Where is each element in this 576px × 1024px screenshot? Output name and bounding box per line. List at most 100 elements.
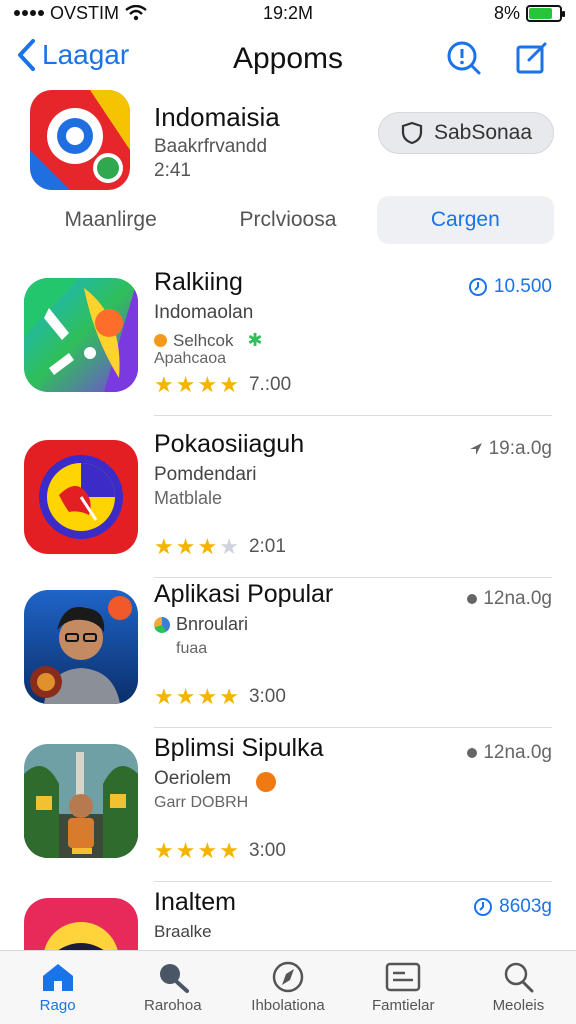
back-button[interactable]: Laagar <box>16 38 129 72</box>
app-developer: Indomaolan <box>154 302 254 323</box>
app-tagline: Apahcaoa <box>154 350 227 367</box>
app-meta: 8603g <box>473 896 552 918</box>
app-name: Pokaosiiaguh <box>154 430 305 458</box>
app-meta: 12na.0g <box>467 742 552 764</box>
rating-value: 7.:00 <box>248 374 292 395</box>
app-name: Inaltem <box>154 888 236 916</box>
chevron-left-icon <box>18 39 35 71</box>
app-category: Matblale <box>154 488 223 508</box>
category-dot-icon <box>154 334 167 347</box>
tab-label: Ihbolationa <box>251 997 325 1014</box>
app-icon <box>24 440 138 554</box>
tab-search[interactable]: Rarohoa <box>115 951 230 1024</box>
app-icon <box>24 590 138 704</box>
star-icon: ★ <box>219 838 239 863</box>
tab-label: Rago <box>39 997 76 1014</box>
star-icon: ★ <box>197 534 218 559</box>
clock: 19:2M <box>262 2 314 23</box>
star-icon: ★ <box>175 684 196 709</box>
search-icon <box>505 962 534 993</box>
app-category: Garr DOBRH <box>154 794 249 811</box>
app-developer: Braalke <box>154 922 212 941</box>
row-divider <box>154 415 552 416</box>
back-label: Laagar <box>42 39 130 70</box>
rating-value: 2:01 <box>248 536 286 557</box>
tab-library[interactable]: Famtielar <box>346 951 461 1024</box>
dot-icon <box>467 594 478 604</box>
app-meta-value: 12na.0g <box>483 742 552 763</box>
star-icon: ★ <box>197 684 218 709</box>
app-row[interactable]: Bplimsi Sipulka Oeriolem Garr DOBRH ★ ★ ★ ★… <box>0 728 576 882</box>
rating-value: 3:00 <box>248 686 286 707</box>
star-icon: ★ <box>197 838 218 863</box>
app-icon <box>24 744 138 858</box>
star-icon: ★ <box>219 372 239 397</box>
location-arrow-icon <box>469 443 482 455</box>
app-row[interactable]: Aplikasi Popular Bnroulari fuaa ★ ★ ★ ★ 3:0… <box>0 574 576 728</box>
star-rating: ★ ★ ★ ★ 2:01 <box>154 536 286 558</box>
featured-action-button[interactable]: SabSonaa <box>378 112 554 154</box>
tab-label: Famtielar <box>371 997 435 1014</box>
app-developer: Oeriolem <box>154 768 232 789</box>
star-icon: ★ <box>175 838 196 863</box>
featured-app-time: 2:41 <box>154 160 191 181</box>
tab-home[interactable]: Rago <box>0 951 115 1024</box>
dot-icon <box>467 748 478 758</box>
app-name: Ralkiing <box>154 268 243 296</box>
app-category: Selhcok ✱ <box>154 330 263 351</box>
globe-icon <box>154 616 170 633</box>
clock-icon <box>474 898 493 916</box>
app-meta: 12na.0g <box>467 588 552 610</box>
star-icon: ★ <box>175 372 196 397</box>
star-icon: ★ <box>154 684 174 709</box>
home-icon <box>42 964 73 991</box>
app-developer-label: Bnroulari <box>176 614 249 634</box>
navigation-bar: Laagar Appoms <box>0 30 576 90</box>
featured-app[interactable]: Indomaisia Baakrfrvandd 2:41 SabSonaa <box>0 90 576 200</box>
app-name: Aplikasi Popular <box>154 580 334 608</box>
app-icon <box>24 278 138 392</box>
featured-app-subtitle: Baakrfrvandd <box>154 136 268 157</box>
app-meta: 19:a.0g <box>469 438 552 460</box>
app-category-label: Selhcok <box>173 330 234 350</box>
status-bar: OVSTIM 19:2M 8% <box>0 0 576 26</box>
app-row[interactable]: Pokaosiiaguh Pomdendari Matblale ★ ★ ★ ★ 2:… <box>0 424 576 578</box>
star-rating: ★ ★ ★ ★ 3:00 <box>154 686 286 708</box>
shield-icon <box>401 121 423 145</box>
app-developer: Bnroulari <box>154 614 248 635</box>
tab-label: Meoleis <box>492 997 545 1014</box>
featured-action-label: SabSonaa <box>433 121 533 144</box>
app-developer: Pomdendari <box>154 464 257 485</box>
star-icon: ★ <box>154 372 174 397</box>
app-category: fuaa <box>176 640 208 657</box>
star-icon: ★ <box>154 534 174 559</box>
star-icon: ★ <box>154 838 174 863</box>
star-icon: ★ <box>219 534 239 559</box>
app-meta: 10.500 <box>468 276 552 298</box>
app-row[interactable]: Ralkiing Indomaolan Selhcok ✱ Apahcaoa ★… <box>0 262 576 416</box>
star-rating: ★ ★ ★ ★ 7.:00 <box>154 374 291 396</box>
segmented-control: Maanlirge Prclvioosa Cargen <box>22 196 554 244</box>
segment-0[interactable]: Maanlirge <box>22 196 199 244</box>
compass-icon <box>272 961 304 993</box>
tab-label: Rarohoa <box>144 997 202 1014</box>
list-card-icon <box>385 962 421 992</box>
star-rating: ★ ★ ★ ★ 3:00 <box>154 840 286 862</box>
segment-1[interactable]: Prclvioosa <box>199 196 376 244</box>
badge-icon <box>256 772 276 792</box>
clock-icon <box>468 278 487 296</box>
star-icon: ★ <box>197 372 218 397</box>
app-meta-value: 12na.0g <box>483 588 552 609</box>
tab-explore[interactable]: Ihbolationa <box>230 951 345 1024</box>
segment-2[interactable]: Cargen <box>376 196 554 244</box>
info-search-icon[interactable] <box>446 40 482 76</box>
app-meta-value: 19:a.0g <box>488 438 552 459</box>
app-meta-value: 10.500 <box>493 276 552 297</box>
app-name: Bplimsi Sipulka <box>154 734 324 762</box>
compose-icon[interactable] <box>514 40 550 76</box>
tab-bar: Rago Rarohoa Ihbolationa Famtielar Meole… <box>0 950 576 1024</box>
featured-app-icon <box>30 90 130 190</box>
tab-more[interactable]: Meoleis <box>461 951 576 1024</box>
sparkle-icon: ✱ <box>247 330 263 350</box>
rating-value: 3:00 <box>248 840 286 861</box>
